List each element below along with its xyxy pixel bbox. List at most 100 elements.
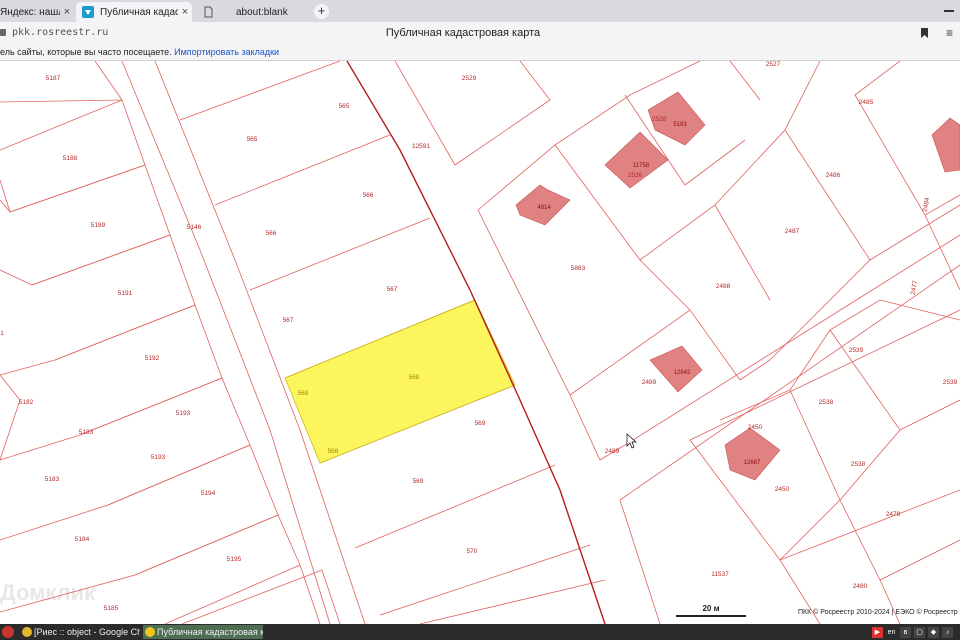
svg-text:2450: 2450: [748, 424, 763, 431]
tab-bar: Яндекс: нашлось 4 × Публичная кадастров …: [0, 0, 960, 22]
svg-text:5193: 5193: [151, 454, 166, 461]
new-tab-button[interactable]: +: [314, 4, 329, 19]
start-menu-icon[interactable]: [2, 626, 14, 638]
watermark-text: Домклик: [0, 580, 96, 605]
tab-about-blank[interactable]: about:blank: [196, 2, 308, 22]
system-tray: ▶ en ʙ ▢ ◆ ♪: [872, 625, 953, 639]
svg-text:12687: 12687: [744, 460, 761, 466]
volume-icon[interactable]: ♪: [942, 626, 953, 638]
svg-text:11537: 11537: [711, 571, 729, 578]
taskbar-item-label: Публичная кадастровая ка...: [157, 627, 263, 637]
svg-text:2489: 2489: [642, 379, 657, 386]
svg-text:2527: 2527: [766, 61, 781, 68]
tab-label: about:blank: [236, 6, 288, 18]
svg-text:5184: 5184: [75, 536, 90, 543]
page-title: Публичная кадастровая карта: [385, 27, 541, 39]
highlighted-parcel-568[interactable]: [284, 299, 516, 464]
svg-text:2488: 2488: [716, 283, 731, 290]
address-bar: pkk.rosreestr.ru Публичная кадастровая к…: [0, 22, 960, 44]
parcel-lines-left: [0, 61, 366, 624]
svg-text:2479: 2479: [886, 511, 901, 518]
svg-text:566: 566: [363, 192, 374, 199]
map-canvas[interactable]: Домклик 5187 5188 5189 5191 5192 5193 51…: [0, 61, 960, 624]
svg-text:2450: 2450: [775, 486, 790, 493]
taskbar-item-chrome[interactable]: [Риес :: object - Google Ch...: [20, 625, 140, 639]
svg-text:2539: 2539: [943, 379, 958, 386]
svg-text:5188: 5188: [63, 155, 78, 162]
svg-text:2536: 2536: [628, 172, 643, 179]
svg-text:5187: 5187: [46, 75, 61, 82]
scale-bar: 20 м: [676, 604, 746, 617]
close-icon[interactable]: ×: [60, 6, 74, 18]
bookmarks-hint: ель сайты, которые вы часто посещаете.: [0, 47, 172, 57]
svg-text:12642: 12642: [674, 370, 691, 376]
svg-text:568: 568: [409, 374, 420, 381]
tab-yandex[interactable]: Яндекс: нашлось 4 ×: [0, 2, 74, 22]
svg-text:2485: 2485: [859, 99, 874, 106]
svg-text:569: 569: [475, 420, 486, 427]
bookmarks-bar: ель сайты, которые вы часто посещаете. И…: [0, 44, 960, 61]
taskbar-item-label: [Риес :: object - Google Ch...: [34, 627, 140, 637]
svg-text:569: 569: [413, 478, 424, 485]
svg-text:2539: 2539: [849, 347, 864, 354]
taskbar: [Риес :: object - Google Ch... Публичная…: [0, 624, 960, 640]
mouse-cursor-icon: [626, 433, 637, 449]
svg-text:12591: 12591: [412, 143, 430, 150]
svg-text:568: 568: [298, 390, 309, 397]
svg-text:566: 566: [266, 230, 277, 237]
tab-label: Яндекс: нашлось 4: [0, 6, 60, 18]
tab-cadastral-map[interactable]: Публичная кадастров ×: [76, 2, 192, 22]
menu-icon[interactable]: ≡: [946, 26, 953, 40]
svg-text:565: 565: [339, 103, 350, 110]
svg-text:568: 568: [328, 448, 339, 455]
svg-text:5185: 5185: [104, 605, 119, 612]
svg-text:5192: 5192: [145, 355, 160, 362]
svg-text:5183: 5183: [79, 429, 94, 436]
svg-text:5182: 5182: [19, 399, 34, 406]
yandex-browser-icon: [145, 627, 155, 637]
language-indicator[interactable]: en: [886, 627, 897, 638]
yandex-tray-icon[interactable]: ▶: [872, 626, 883, 638]
svg-text:570: 570: [467, 548, 478, 555]
shield-icon[interactable]: ◆: [928, 626, 939, 638]
svg-text:5195: 5195: [227, 556, 242, 563]
tab-label: Публичная кадастров: [100, 6, 178, 18]
bluetooth-icon[interactable]: ʙ: [900, 626, 911, 638]
clipboard-icon[interactable]: ▢: [914, 626, 925, 638]
svg-text:567: 567: [387, 286, 398, 293]
close-icon[interactable]: ×: [178, 6, 192, 18]
svg-text:5183: 5183: [45, 476, 60, 483]
rosreestr-favicon-icon: [82, 6, 94, 18]
svg-text:11758: 11758: [633, 163, 650, 169]
chrome-icon: [22, 627, 32, 637]
svg-text:2480: 2480: [853, 583, 868, 590]
svg-text:4814: 4814: [537, 205, 551, 211]
svg-text:2487: 2487: [785, 228, 800, 235]
svg-text:5146: 5146: [187, 224, 202, 231]
import-bookmarks-link[interactable]: Импортировать закладки: [174, 47, 279, 57]
svg-text:2486: 2486: [826, 172, 841, 179]
taskbar-item-yandex-browser[interactable]: Публичная кадастровая ка...: [143, 625, 263, 639]
svg-text:5189: 5189: [91, 222, 106, 229]
map-copyright: ПКК © Росреестр 2010-2024 | ЕЭКО © Росре…: [798, 609, 958, 616]
svg-text:2538: 2538: [819, 399, 834, 406]
svg-text:2528: 2528: [652, 116, 667, 123]
svg-text:567: 567: [283, 317, 294, 324]
svg-text:2489: 2489: [605, 448, 620, 455]
scale-label: 20 м: [702, 604, 720, 613]
cadastral-map[interactable]: Домклик 5187 5188 5189 5191 5192 5193 51…: [0, 61, 960, 624]
svg-text:5194: 5194: [201, 490, 216, 497]
svg-text:2477: 2477: [910, 280, 919, 296]
svg-text:5191: 5191: [118, 290, 133, 297]
minimize-icon[interactable]: [944, 10, 954, 12]
svg-text:5193: 5193: [176, 410, 191, 417]
svg-text:2529: 2529: [462, 75, 477, 82]
scale-line: [676, 615, 746, 617]
svg-text:5863: 5863: [571, 265, 586, 272]
svg-text:2538: 2538: [851, 461, 866, 468]
svg-text:5193: 5193: [673, 122, 687, 128]
svg-text:1: 1: [0, 330, 4, 337]
svg-text:2484: 2484: [922, 197, 931, 213]
page-icon: [202, 6, 214, 18]
svg-text:565: 565: [247, 136, 258, 143]
